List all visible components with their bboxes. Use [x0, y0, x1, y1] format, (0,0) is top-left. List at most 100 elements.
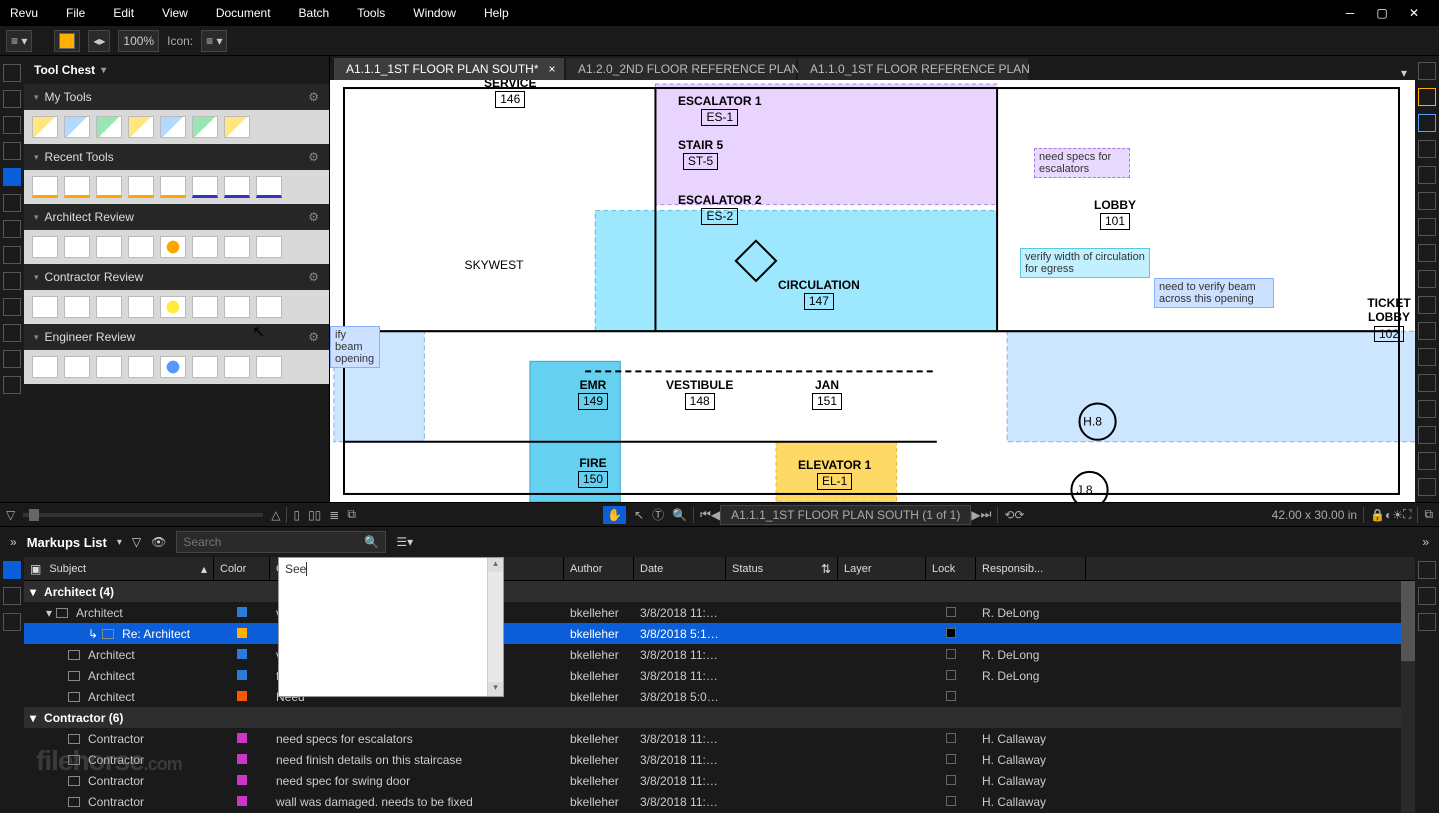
studio-icon[interactable] [3, 220, 21, 238]
continuous-icon[interactable]: ≣ [329, 508, 339, 522]
pan-tool-icon[interactable]: ✋ [603, 506, 626, 524]
tool-swatch[interactable] [64, 236, 90, 258]
tool-swatch[interactable] [192, 296, 218, 318]
column-header-layer[interactable]: Layer [838, 557, 926, 580]
fullscreen-icon[interactable]: ⛶ [1403, 507, 1411, 522]
menu-revu[interactable]: Revu [10, 6, 38, 20]
markup-row[interactable]: ▾ Architectverifybkelleher3/8/2018 11:57… [24, 602, 1415, 623]
prev-view-icon[interactable]: ⟲ [1004, 508, 1014, 522]
zoom-out-icon[interactable]: ▽ [6, 508, 15, 522]
toolchest-section-4[interactable]: ▾Engineer Review⚙ [24, 324, 329, 350]
toolchest-title[interactable]: Tool Chest▾ [24, 56, 329, 84]
tool-swatch[interactable] [64, 116, 90, 138]
markup-annotation[interactable]: need specs for escalators [1034, 148, 1130, 178]
grid-icon[interactable] [3, 90, 21, 108]
markups-search[interactable]: 🔍 [176, 531, 386, 553]
stamp-tool-icon[interactable] [1418, 218, 1436, 236]
measure-icon[interactable] [3, 350, 21, 368]
tool-swatch[interactable] [192, 176, 218, 198]
properties-icon[interactable] [3, 116, 21, 134]
tool-swatch[interactable] [160, 116, 186, 138]
ruler-tool-icon[interactable] [1418, 270, 1436, 288]
gear-icon[interactable]: ⚙ [308, 150, 319, 164]
forms-icon[interactable] [3, 298, 21, 316]
profile-dropdown[interactable]: ≡ ▾ [6, 30, 32, 52]
scroll-up-icon[interactable]: ▴ [488, 558, 503, 572]
text-select-icon[interactable]: Ⓣ [652, 506, 664, 523]
markup-row[interactable]: Contractorneed finish details on this st… [24, 749, 1415, 770]
toolchest-icon[interactable] [3, 168, 21, 186]
sets-icon[interactable] [3, 324, 21, 342]
thumbnails-icon[interactable] [3, 64, 21, 82]
columns-icon[interactable]: ☰▾ [396, 535, 413, 549]
comment-popup-text[interactable]: See [279, 558, 503, 696]
menu-document[interactable]: Document [216, 6, 271, 20]
eraser-tool-icon[interactable] [1418, 478, 1436, 496]
close-icon[interactable]: × [549, 62, 556, 76]
tool-swatch[interactable] [128, 176, 154, 198]
dim-tool-icon[interactable] [1418, 296, 1436, 314]
brightness-icon[interactable]: ☀ [1392, 508, 1403, 522]
markup-annotation[interactable]: need to verify beam across this opening [1154, 278, 1274, 308]
tool-swatch[interactable] [128, 236, 154, 258]
menu-batch[interactable]: Batch [299, 6, 330, 20]
search-icon[interactable]: 🔍 [364, 535, 379, 549]
icon-style-dropdown[interactable]: ≡ ▾ [201, 30, 227, 52]
toolchest-section-1[interactable]: ▾Recent Tools⚙ [24, 144, 329, 170]
popup-scrollbar[interactable]: ▴ ▾ [487, 558, 503, 696]
search-input[interactable] [183, 535, 364, 549]
tool-swatch[interactable] [128, 116, 154, 138]
vertical-scrollbar[interactable] [1401, 581, 1415, 813]
zoom-level[interactable]: 100% [118, 30, 159, 52]
column-header-author[interactable]: Author [564, 557, 634, 580]
window-close-icon[interactable]: ✕ [1407, 6, 1421, 20]
tool-swatch[interactable] [128, 296, 154, 318]
tool-swatch[interactable] [160, 236, 186, 258]
markup-group[interactable]: ▾Contractor (6) [24, 707, 1415, 728]
menu-view[interactable]: View [162, 6, 188, 20]
hide-icon[interactable]: 👁 [151, 535, 166, 549]
tool-swatch[interactable] [32, 116, 58, 138]
drawing-canvas[interactable]: SKYWEST H.8 J.8 ESCALATOR 1ES-1STAIR 5ST… [330, 80, 1415, 502]
pen-tool-icon[interactable] [1418, 114, 1436, 132]
tool-swatch[interactable] [32, 236, 58, 258]
next-view-icon[interactable]: ⟳ [1014, 508, 1024, 522]
tool-swatch[interactable] [96, 296, 122, 318]
markup-row[interactable]: ArchitectNeedbkelleher3/8/2018 5:09:0... [24, 686, 1415, 707]
markups-3d-icon[interactable] [3, 587, 21, 605]
prev-page-icon[interactable]: ◀ [711, 508, 720, 522]
scroll-down-icon[interactable]: ▾ [488, 682, 503, 696]
polyline-tool-icon[interactable] [1418, 322, 1436, 340]
shape-tool-icon[interactable] [1418, 166, 1436, 184]
tool-swatch[interactable] [160, 356, 186, 378]
zoom-in-icon[interactable]: △ [271, 508, 280, 522]
layers-icon[interactable] [3, 142, 21, 160]
gear-icon[interactable]: ⚙ [308, 90, 319, 104]
markup-annotation[interactable]: ify beam opening [330, 326, 380, 368]
tool-swatch[interactable] [224, 296, 250, 318]
toolchest-section-3[interactable]: ▾Contractor Review⚙ [24, 264, 329, 290]
menu-edit[interactable]: Edit [113, 6, 134, 20]
toolchest-section-0[interactable]: ▾My Tools⚙ [24, 84, 329, 110]
markup-row[interactable]: Architectverifybkelleher3/8/2018 11:57:.… [24, 644, 1415, 665]
markup-row[interactable]: Contractorwall was damaged. needs to be … [24, 791, 1415, 812]
panel-toggle-icon[interactable]: ⧉ [1424, 507, 1433, 522]
gear-icon[interactable]: ⚙ [308, 270, 319, 284]
tool-swatch[interactable] [96, 236, 122, 258]
links-icon[interactable] [3, 246, 21, 264]
panel-expand-icon[interactable]: » [10, 535, 17, 549]
tool-swatch[interactable] [32, 356, 58, 378]
tabs-overflow-chevron[interactable]: ▾ [1393, 66, 1415, 80]
document-tab-0[interactable]: A1.1.1_1ST FLOOR PLAN SOUTH*× [334, 58, 564, 80]
import-icon[interactable] [1418, 613, 1436, 631]
tool-swatch[interactable] [256, 176, 282, 198]
two-page-icon[interactable]: ▯▯ [308, 508, 321, 522]
zoom-tool-icon[interactable]: 🔍 [672, 508, 687, 522]
tool-swatch[interactable] [64, 296, 90, 318]
tool-swatch[interactable] [128, 356, 154, 378]
tool-swatch[interactable] [256, 356, 282, 378]
column-header-subject[interactable]: ▣Subject▴ [24, 557, 214, 580]
tool-swatch[interactable] [192, 116, 218, 138]
tool-swatch[interactable] [96, 176, 122, 198]
split-icon[interactable]: ⧉ [347, 507, 356, 522]
